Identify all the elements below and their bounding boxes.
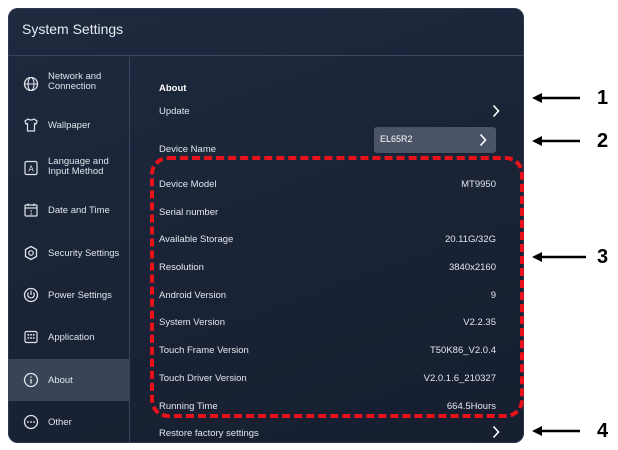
title-bar: System Settings [8, 8, 524, 56]
sidebar-item-label: Security Settings [48, 248, 120, 259]
label-line-2: Input Method [48, 166, 104, 177]
sidebar-item-label: Network and Connection [48, 72, 130, 92]
callout-number-4: 4 [597, 420, 609, 442]
sidebar-item-label: Power Settings [48, 290, 112, 301]
arrowhead-3 [532, 252, 542, 262]
device-name-value: EL65R2 [380, 134, 413, 144]
device-name-field[interactable]: EL65R2 [374, 127, 496, 153]
update-row[interactable]: Update [131, 100, 524, 122]
callout-number-3: 3 [597, 246, 609, 268]
device-name-label: Device Name [159, 144, 217, 155]
apps-icon [23, 329, 39, 345]
svg-text:A: A [28, 165, 34, 174]
sidebar-item-date-time[interactable]: 1 Date and Time [8, 190, 130, 232]
window-title: System Settings [22, 21, 124, 37]
sidebar-item-label: Wallpaper [48, 120, 91, 131]
sidebar-item-wallpaper[interactable]: Wallpaper [8, 105, 130, 147]
sidebar-item-security[interactable]: Security Settings [8, 232, 130, 274]
update-label: Update [159, 106, 190, 117]
sidebar-item-application[interactable]: Application [8, 317, 130, 359]
restore-factory-label: Restore factory settings [159, 428, 259, 439]
chevron-right-icon [491, 104, 501, 118]
sidebar-item-label: Date and Time [48, 205, 110, 216]
language-icon: A [23, 160, 39, 176]
chevron-right-icon [478, 133, 488, 147]
sidebar-item-language[interactable]: A Language and Input Method [8, 147, 130, 189]
callout-number-1: 1 [597, 87, 609, 109]
sidebar-item-other[interactable]: Other [8, 401, 130, 443]
arrowhead-1 [532, 93, 542, 103]
section-title: About [159, 83, 187, 94]
sidebar-item-label: About [48, 375, 73, 386]
more-icon [23, 414, 39, 430]
calendar-icon: 1 [23, 202, 39, 218]
sidebar-item-power[interactable]: Power Settings [8, 275, 130, 317]
info-highlight-box [150, 156, 524, 418]
sidebar: Network and Connection Wallpaper A Langu… [8, 57, 130, 443]
shirt-icon [23, 117, 39, 133]
chevron-right-icon [491, 425, 501, 439]
sidebar-item-about[interactable]: About [8, 359, 130, 401]
restore-factory-row[interactable]: Restore factory settings [131, 421, 524, 443]
label-line-2: Connection [48, 81, 97, 92]
callout-number-2: 2 [597, 130, 609, 152]
arrowhead-4 [532, 426, 542, 436]
sidebar-item-label: Other [48, 417, 72, 428]
sidebar-item-label: Application [48, 332, 95, 343]
globe-icon [23, 76, 39, 92]
arrowhead-2 [532, 136, 542, 146]
info-icon [23, 372, 39, 388]
power-icon [23, 287, 39, 303]
shield-icon [23, 245, 39, 261]
sidebar-item-network[interactable]: Network and Connection [8, 62, 130, 104]
sidebar-item-label: Language and Input Method [48, 157, 130, 177]
